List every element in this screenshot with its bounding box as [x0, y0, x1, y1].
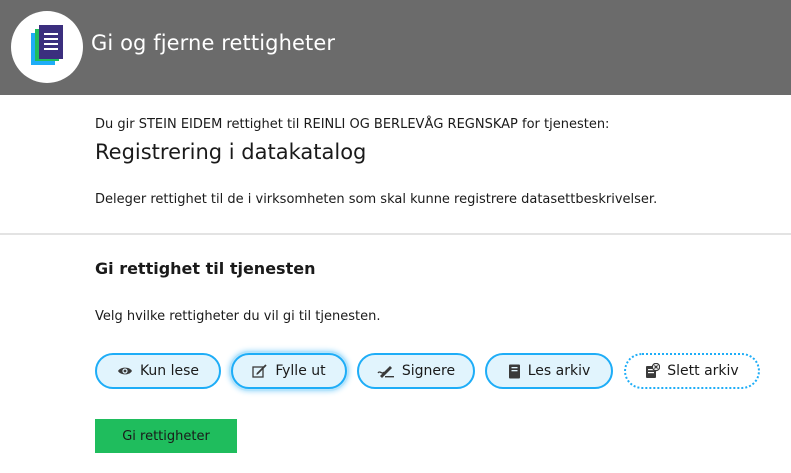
right-read-archive-label: Les arkiv: [527, 363, 591, 379]
eye-icon: [117, 367, 132, 375]
right-fill-out-label: Fylle ut: [275, 363, 326, 379]
signature-icon: [377, 366, 394, 378]
pen-form-icon: [252, 364, 267, 378]
grant-instruction: Velg hvilke rettigheter du vil gi til tj…: [95, 309, 381, 324]
right-read-only-button[interactable]: Kun lese: [95, 353, 221, 389]
document-stack-icon: [31, 25, 63, 65]
app-header: Gi og fjerne rettigheter: [0, 0, 791, 95]
grant-section-heading: Gi rettighet til tjenesten: [95, 259, 316, 278]
grant-rights-button[interactable]: Gi rettigheter: [95, 419, 237, 453]
section-divider: [0, 233, 791, 235]
page-title: Gi og fjerne rettigheter: [91, 31, 336, 55]
right-sign-button[interactable]: Signere: [357, 353, 475, 389]
delete-archive-icon: [646, 363, 661, 378]
right-delete-archive-label: Slett arkiv: [667, 363, 739, 379]
right-delete-archive-button[interactable]: Slett arkiv: [624, 353, 760, 389]
right-read-archive-button[interactable]: Les arkiv: [485, 353, 613, 389]
right-fill-out-button[interactable]: Fylle ut: [231, 353, 347, 389]
service-logo: [11, 11, 83, 83]
service-name: Registrering i datakatalog: [95, 140, 367, 164]
service-description: Deleger rettighet til de i virksomheten …: [95, 192, 658, 207]
right-sign-label: Signere: [401, 363, 456, 379]
right-read-only-label: Kun lese: [139, 363, 200, 379]
archive-book-icon: [508, 364, 520, 378]
delegation-summary: Du gir STEIN EIDEM rettighet til REINLI …: [95, 117, 610, 132]
